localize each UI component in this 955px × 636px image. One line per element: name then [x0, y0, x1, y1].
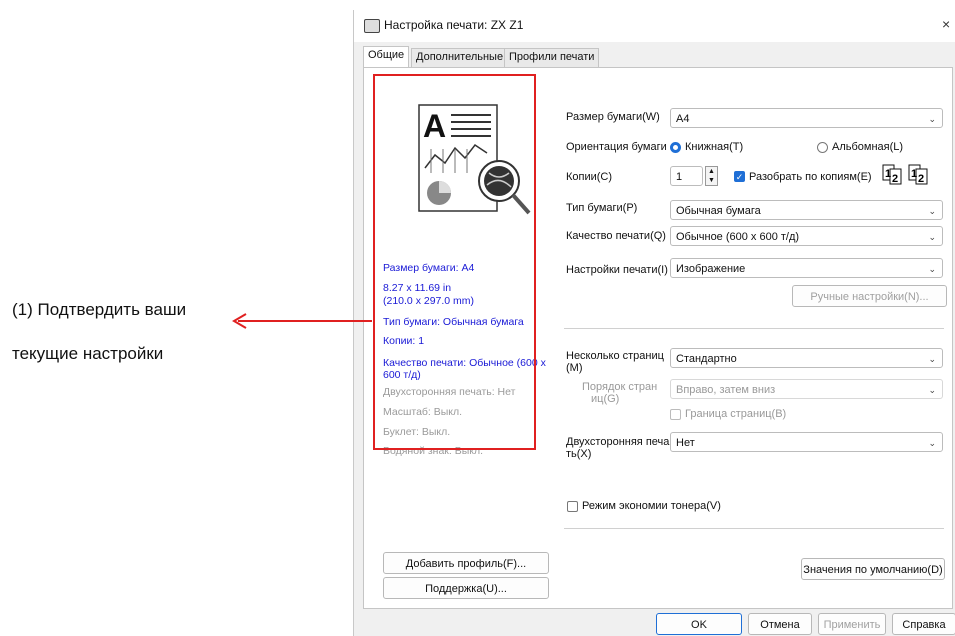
paper-type-select[interactable]: Обычная бумага ⌄ [670, 200, 943, 220]
paper-size-select[interactable]: A4 ⌄ [670, 108, 943, 128]
chevron-down-icon: ⌄ [928, 264, 936, 274]
copies-label: Копии(C) [566, 171, 613, 183]
print-settings-label: Настройки печати(I) [566, 264, 668, 276]
chevron-down-icon: ⌄ [928, 438, 936, 448]
duplex-label: Двухсторонняя печа [566, 436, 670, 448]
manual-settings-button[interactable]: Ручные настройки(N)... [792, 285, 947, 307]
multipage-select[interactable]: Стандартно ⌄ [670, 348, 943, 368]
svg-text:2: 2 [892, 173, 898, 185]
copies-input[interactable]: 1 [670, 166, 703, 186]
chevron-down-icon: ⌄ [928, 232, 936, 242]
annotation-arrow [232, 313, 372, 329]
toner-save-checkbox[interactable] [567, 501, 578, 512]
print-settings-select[interactable]: Изображение ⌄ [670, 258, 943, 278]
defaults-button[interactable]: Значения по умолчанию(D) [801, 558, 945, 580]
chevron-down-icon: ⌄ [928, 114, 936, 124]
tab-print-profiles[interactable]: Профили печати [504, 48, 600, 69]
collate-checkbox[interactable]: ✓ [734, 171, 745, 182]
copies-stepper[interactable]: ▲ ▼ [705, 166, 718, 186]
chevron-down-icon: ⌄ [928, 385, 936, 395]
add-profile-button[interactable]: Добавить профиль(F)... [383, 552, 549, 574]
svg-text:2: 2 [918, 173, 924, 185]
landscape-label: Альбомная(L) [832, 141, 904, 153]
multipage-label: Несколько страниц [566, 350, 664, 362]
toner-save-label: Режим экономии тонера(V) [582, 500, 721, 512]
annotation-line-2: текущие настройки [12, 344, 164, 363]
quality-select[interactable]: Обычное (600 x 600 т/д) ⌄ [670, 226, 943, 246]
portrait-radio[interactable] [670, 142, 681, 153]
portrait-label: Книжная(T) [685, 141, 744, 153]
help-button[interactable]: Справка [892, 613, 955, 635]
multipage-label-cont: (M) [566, 362, 583, 374]
annotation-line-1: (1) Подтвердить ваши [12, 300, 187, 319]
divider [564, 328, 944, 329]
page-border-checkbox[interactable] [670, 409, 681, 420]
quality-label: Качество печати(Q) [566, 230, 666, 242]
chevron-down-icon: ⌄ [928, 206, 936, 216]
window-title: Настройка печати: ZX Z1 [384, 18, 524, 32]
page-border-label: Граница страниц(B) [685, 408, 787, 420]
paper-size-label: Размер бумаги(W) [566, 111, 660, 123]
ok-button[interactable]: OK [656, 613, 742, 635]
cancel-button[interactable]: Отмена [748, 613, 812, 635]
tab-advanced[interactable]: Дополнительные [411, 48, 509, 69]
orientation-label: Ориентация бумаги [566, 141, 667, 153]
printer-icon [364, 19, 380, 33]
duplex-select[interactable]: Нет ⌄ [670, 432, 943, 452]
svg-text:1: 1 [911, 168, 917, 180]
collate-icon: 1 2 1 2 [882, 164, 928, 185]
page-order-label-cont: иц(G) [591, 393, 620, 405]
tab-general[interactable]: Общие [363, 46, 410, 69]
title-bar: Настройка печати: ZX Z1 × [354, 10, 955, 42]
support-button[interactable]: Поддержка(U)... [383, 577, 549, 599]
apply-button[interactable]: Применить [818, 613, 886, 635]
close-icon[interactable]: × [942, 16, 950, 32]
divider [564, 528, 944, 529]
duplex-label-cont: ть(X) [566, 448, 592, 460]
svg-text:1: 1 [885, 168, 891, 180]
paper-type-label: Тип бумаги(P) [566, 202, 638, 214]
collate-label: Разобрать по копиям(E) [749, 171, 872, 183]
landscape-radio[interactable] [817, 142, 828, 153]
page-order-select[interactable]: Вправо, затем вниз ⌄ [670, 379, 943, 399]
highlight-box [373, 74, 536, 450]
chevron-down-icon: ⌄ [928, 354, 936, 364]
page-order-label: Порядок стран [582, 381, 658, 393]
